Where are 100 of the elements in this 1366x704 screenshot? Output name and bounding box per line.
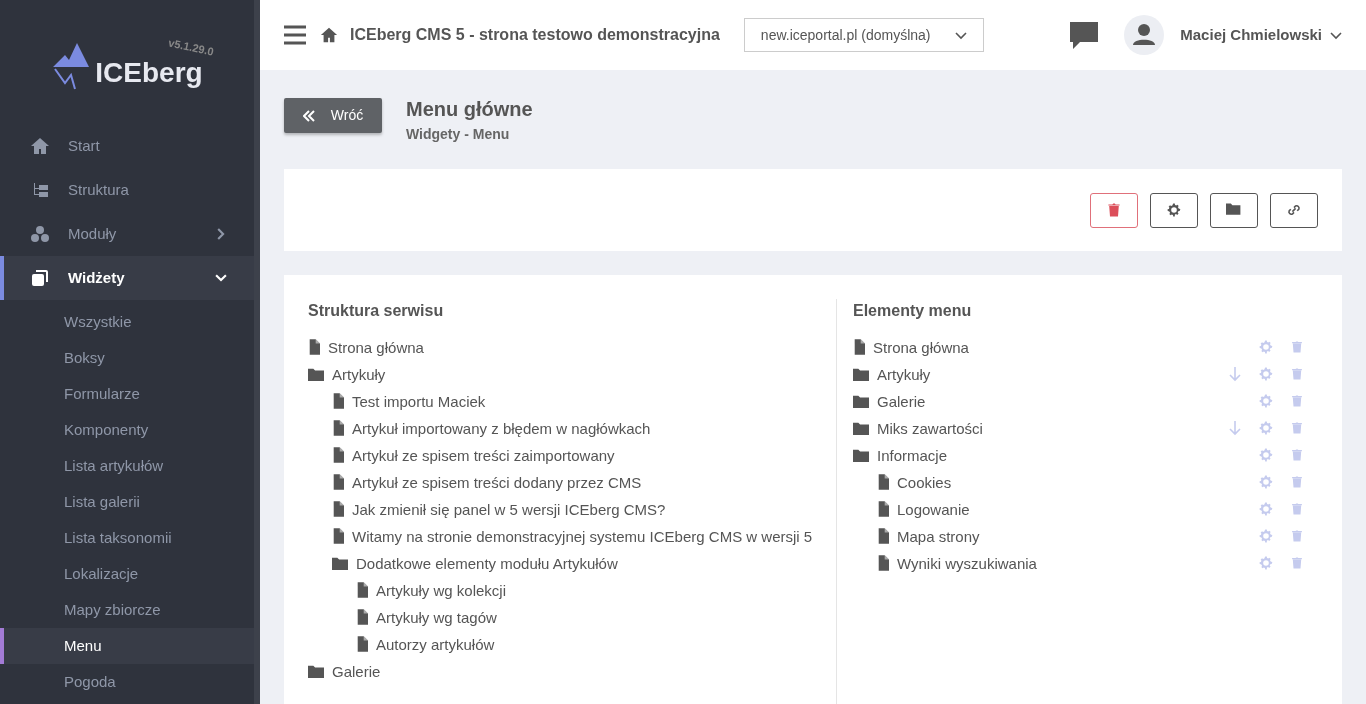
folder-icon	[853, 420, 869, 436]
tree-item[interactable]: Galerie	[332, 661, 820, 684]
sidebar-subitem[interactable]: Mapy zbiorcze	[0, 592, 254, 628]
menu-icon	[284, 25, 306, 45]
user-menu[interactable]: Maciej Chmielowski	[1124, 15, 1342, 55]
trash-icon	[1106, 202, 1122, 218]
folder-icon	[308, 663, 324, 679]
trash-icon	[1290, 528, 1304, 544]
folder-button[interactable]	[1210, 192, 1258, 228]
delete-button[interactable]	[1090, 192, 1138, 228]
file-icon	[356, 609, 368, 625]
folder-icon	[853, 447, 869, 463]
tree-item[interactable]: Wyniki wyszukiwania	[897, 553, 1236, 576]
sidebar-subitem[interactable]: Pogoda	[0, 664, 254, 700]
sidebar-subitem[interactable]: Boksy	[0, 340, 254, 376]
cubes-icon	[30, 224, 50, 244]
trash-icon	[1290, 393, 1304, 409]
tree-item[interactable]: Jak zmienił się panel w 5 wersji ICEberg CMS?	[352, 499, 820, 522]
windows-icon	[30, 268, 50, 288]
back-button[interactable]: Wróć	[284, 98, 382, 133]
settings-icon	[1258, 474, 1274, 490]
file-icon	[853, 339, 865, 355]
iceberg-logo-icon	[51, 41, 92, 91]
trash-icon	[1290, 474, 1304, 490]
sidebar-subitem[interactable]: Lokalizacje	[0, 556, 254, 592]
file-icon	[332, 393, 344, 409]
sidebar-item[interactable]: Start	[0, 124, 254, 168]
settings-icon	[1166, 202, 1182, 218]
sidebar-subitem[interactable]: Formularze	[0, 376, 254, 412]
chat-button[interactable]	[1068, 20, 1101, 50]
tree-item[interactable]: Miks zawartości	[877, 418, 1228, 441]
version-label: v5.1.29.0	[167, 37, 215, 58]
folder-icon	[853, 393, 869, 409]
tree-item[interactable]: Test importu Maciek	[352, 391, 820, 414]
settings-icon	[1258, 366, 1274, 382]
trash-icon	[1290, 447, 1304, 463]
settings-icon	[1258, 393, 1274, 409]
chat-icon	[1068, 20, 1101, 50]
tree-item[interactable]: Galerie	[877, 391, 1236, 414]
tree-item[interactable]: Artykuł ze spisem treści zaimportowany	[352, 445, 820, 468]
settings-icon	[1258, 447, 1274, 463]
settings-button[interactable]	[1150, 192, 1198, 228]
tree-item[interactable]: Artykuły	[332, 364, 820, 387]
tree-item[interactable]: Informacje	[877, 445, 1236, 468]
tree-item[interactable]: Strona główna	[873, 337, 1236, 360]
settings-icon	[1258, 528, 1274, 544]
trash-icon	[1290, 339, 1304, 355]
logo-text: ICEberg	[95, 59, 203, 87]
settings-icon	[1258, 339, 1274, 355]
sidebar-subitem[interactable]: Wszystkie	[0, 304, 254, 340]
avatar-icon	[1124, 15, 1165, 55]
file-icon	[332, 528, 344, 544]
sidebar-subitem[interactable]: Lista artykułów	[0, 448, 254, 484]
file-icon	[332, 447, 344, 463]
trash-icon	[1290, 555, 1304, 571]
tree-item[interactable]: Strona główna	[328, 337, 820, 360]
site-select[interactable]: new.iceportal.pl (domyślna)	[743, 18, 984, 52]
sidebar-subitem[interactable]: Lista taksonomii	[0, 520, 254, 556]
file-icon	[356, 582, 368, 598]
sidebar-subitem[interactable]: Lista galerii	[0, 484, 254, 520]
sidebar-item[interactable]: Moduły	[0, 212, 254, 256]
subheading: Widgety - Menu	[406, 125, 511, 144]
double-chevron-left-icon	[302, 109, 315, 122]
tree-item[interactable]: Cookies	[897, 472, 1236, 495]
file-icon	[877, 474, 889, 490]
folder-icon	[1226, 202, 1242, 218]
file-icon	[877, 501, 889, 517]
tree-item[interactable]: Artykuły wg kolekcji	[376, 580, 820, 603]
sidebar-subitem[interactable]: Komponenty	[0, 412, 254, 448]
tree-item[interactable]: Artykuły wg tagów	[376, 607, 820, 630]
settings-icon	[1258, 555, 1274, 571]
trash-icon	[1290, 420, 1304, 436]
home-icon	[320, 26, 338, 44]
chevron-down-icon	[954, 29, 967, 41]
sidebar-item[interactable]: Widżety	[0, 256, 254, 300]
settings-icon	[1258, 501, 1274, 517]
file-icon	[877, 528, 889, 544]
folder-icon	[332, 555, 348, 571]
folder-icon	[853, 366, 869, 382]
section-title: Elementy menu	[853, 301, 973, 321]
tree-item[interactable]: Autorzy artykułów	[376, 634, 820, 657]
sidebar-item[interactable]: Struktura	[0, 168, 254, 212]
tree-item[interactable]: Artykuł ze spisem treści dodany przez CMS	[352, 472, 820, 495]
file-icon	[332, 474, 344, 490]
tree-item[interactable]: Mapa strony	[897, 526, 1236, 549]
tree-item[interactable]: Artykuły	[877, 364, 1228, 387]
file-icon	[308, 339, 320, 355]
link-button[interactable]	[1270, 192, 1318, 228]
settings-icon	[1258, 420, 1274, 436]
file-icon	[332, 501, 344, 517]
link-icon	[1286, 202, 1302, 218]
tree-item[interactable]: Dodatkowe elementy modułu Artykułów	[356, 553, 820, 576]
folder-icon	[308, 366, 324, 382]
page-title: ICEberg CMS 5 - strona testowo demonstracyjna	[350, 25, 720, 45]
sidebar-subitem[interactable]: Menu	[0, 628, 254, 664]
trash-icon	[1290, 366, 1304, 382]
chevron-down-icon	[1330, 29, 1342, 41]
tree-item[interactable]: Logowanie	[897, 499, 1236, 522]
tree-item[interactable]: Artykuł importowany z błędem w nagłówkach	[352, 418, 820, 441]
tree-item[interactable]: Witamy na stronie demonstracyjnej systemu ICEberg CMS w wersji 5	[352, 526, 820, 549]
